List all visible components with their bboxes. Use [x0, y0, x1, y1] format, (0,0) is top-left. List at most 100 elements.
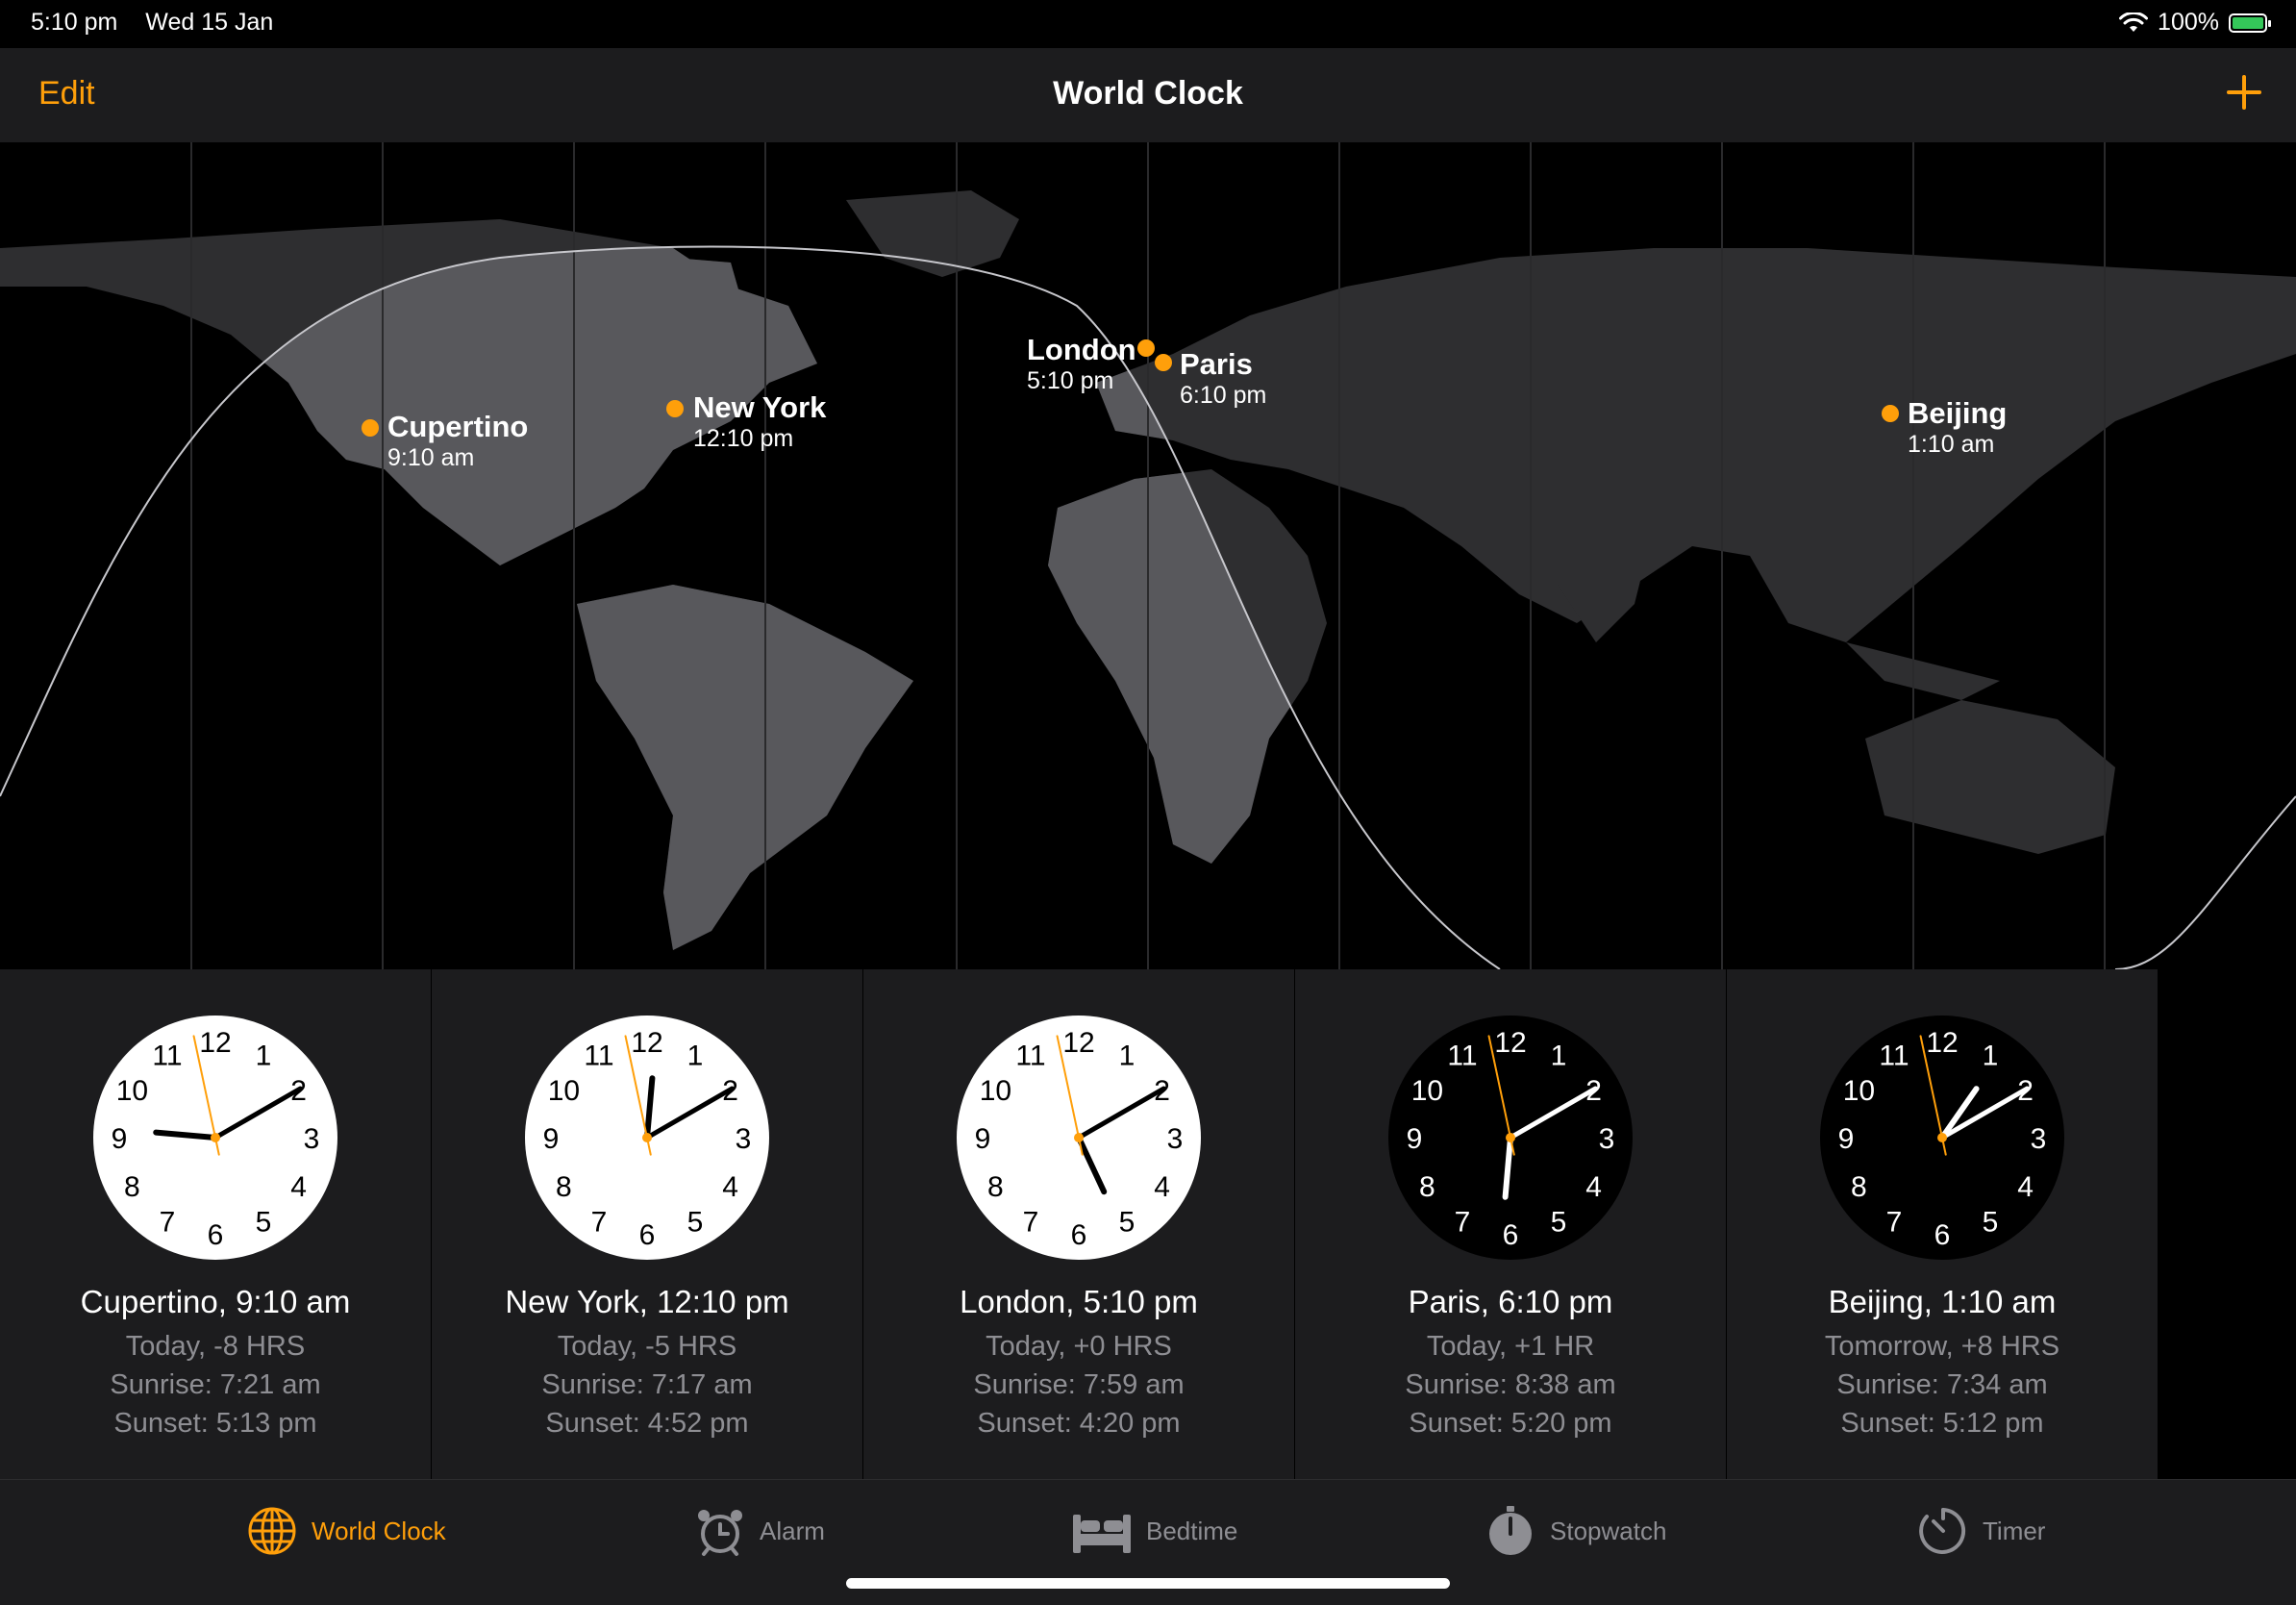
tab-timer[interactable]: Timer	[1917, 1504, 2045, 1558]
analog-clock: 123456789101112	[1820, 1016, 2064, 1260]
clock-sunset: Sunset: 5:13 pm	[113, 1408, 317, 1439]
clock-numeral: 8	[556, 1171, 572, 1203]
clock-numeral: 8	[987, 1171, 1004, 1203]
clock-sunrise: Sunrise: 7:34 am	[1836, 1369, 2048, 1400]
clock-numeral: 1	[256, 1040, 272, 1071]
clock-numeral: 4	[1585, 1171, 1602, 1203]
clock-numeral: 4	[1154, 1171, 1170, 1203]
clock-numeral: 10	[1411, 1075, 1443, 1107]
map-city-paris[interactable]: Paris 6:10 pm	[1180, 347, 1266, 410]
world-map-graphic	[0, 142, 2296, 969]
clock-numeral: 8	[1851, 1171, 1867, 1203]
wifi-icon	[2119, 12, 2149, 32]
clock-numeral: 6	[1071, 1219, 1087, 1251]
clock-city-time: Paris, 6:10 pm	[1408, 1284, 1613, 1319]
clock-numeral: 1	[1983, 1040, 1999, 1071]
clock-sunrise: Sunrise: 7:21 am	[110, 1369, 321, 1400]
clock-numeral: 10	[548, 1075, 580, 1107]
tab-bedtime[interactable]: Bedtime	[1071, 1504, 1237, 1558]
clock-numeral: 9	[543, 1123, 560, 1155]
clock-numeral: 5	[256, 1207, 272, 1239]
clock-numeral: 9	[975, 1123, 991, 1155]
clock-numeral: 1	[1551, 1040, 1567, 1071]
clock-numeral: 4	[722, 1171, 738, 1203]
tab-label: Stopwatch	[1550, 1516, 1667, 1545]
clock-numeral: 9	[112, 1123, 128, 1155]
clock-numeral: 3	[736, 1123, 752, 1155]
clock-numeral: 7	[591, 1207, 608, 1239]
clock-numeral: 12	[1062, 1027, 1094, 1059]
clock-center	[1506, 1133, 1515, 1142]
clock-sunset: Sunset: 5:12 pm	[1840, 1408, 2044, 1439]
clock-numeral: 10	[116, 1075, 148, 1107]
clock-city-time: New York, 12:10 pm	[505, 1284, 789, 1319]
tab-alarm[interactable]: Alarm	[694, 1504, 825, 1558]
clock-numeral: 11	[1015, 1040, 1045, 1071]
stopwatch-icon	[1489, 1506, 1532, 1555]
status-time: 5:10 pm	[31, 9, 118, 36]
clock-numeral: 11	[152, 1040, 182, 1071]
clock-sunrise: Sunrise: 8:38 am	[1405, 1369, 1616, 1400]
home-indicator[interactable]	[846, 1578, 1450, 1589]
clock-numeral: 4	[290, 1171, 307, 1203]
clock-city-time: Beijing, 1:10 am	[1828, 1284, 2057, 1319]
analog-clock: 123456789101112	[957, 1016, 1201, 1260]
clock-center	[1937, 1133, 1947, 1142]
map-city-new-york[interactable]: New York 12:10 pm	[693, 390, 826, 453]
clock-numeral: 8	[1419, 1171, 1435, 1203]
clock-numeral: 12	[631, 1027, 662, 1059]
map-city-london[interactable]: London 5:10 pm	[1027, 333, 1136, 395]
clock-numeral: 4	[2017, 1171, 2034, 1203]
clock-offset: Today, +0 HRS	[986, 1331, 1172, 1362]
clock-sunset: Sunset: 4:52 pm	[545, 1408, 749, 1439]
clock-sunrise: Sunrise: 7:17 am	[541, 1369, 753, 1400]
clock-numeral: 7	[160, 1207, 176, 1239]
city-marker	[666, 400, 684, 417]
city-marker	[1137, 339, 1155, 357]
clock-sunset: Sunset: 4:20 pm	[977, 1408, 1181, 1439]
bed-icon	[1073, 1515, 1131, 1553]
tab-label: Timer	[1983, 1516, 2046, 1545]
clock-numeral: 6	[1503, 1219, 1519, 1251]
clock-numeral: 10	[980, 1075, 1011, 1107]
clock-numeral: 12	[199, 1027, 231, 1059]
clock-offset: Today, +1 HR	[1426, 1331, 1595, 1362]
clock-numeral: 3	[2031, 1123, 2047, 1155]
map-city-beijing[interactable]: Beijing 1:10 am	[1908, 396, 2007, 459]
world-map: Cupertino 9:10 am New York 12:10 pm Lond…	[0, 142, 2296, 969]
clock-cards: 123456789101112 Cupertino, 9:10 am Today…	[0, 969, 2158, 1479]
clock-numeral: 7	[1023, 1207, 1039, 1239]
navigation-bar: Edit World Clock	[0, 48, 2296, 143]
clock-numeral: 8	[124, 1171, 140, 1203]
clock-card-paris[interactable]: 123456789101112 Paris, 6:10 pm Today, +1…	[1295, 969, 1726, 1479]
clock-sunset: Sunset: 5:20 pm	[1409, 1408, 1612, 1439]
status-date: Wed 15 Jan	[145, 9, 274, 36]
city-marker	[1882, 405, 1899, 422]
clock-numeral: 6	[1934, 1219, 1951, 1251]
tab-label: Bedtime	[1146, 1516, 1238, 1545]
clock-offset: Today, -5 HRS	[557, 1331, 737, 1362]
clock-numeral: 12	[1926, 1027, 1958, 1059]
page-title: World Clock	[1053, 75, 1243, 112]
plus-icon[interactable]	[2217, 65, 2271, 119]
battery-percent: 100%	[2158, 9, 2219, 36]
clock-card-beijing[interactable]: 123456789101112 Beijing, 1:10 am Tomorro…	[1727, 969, 2158, 1479]
clock-card-new-york[interactable]: 123456789101112 New York, 12:10 pm Today…	[432, 969, 862, 1479]
clock-sunrise: Sunrise: 7:59 am	[973, 1369, 1185, 1400]
status-bar: 5:10 pm Wed 15 Jan 100%	[0, 0, 2296, 48]
tab-world-clock[interactable]: World Clock	[246, 1504, 446, 1558]
clock-numeral: 5	[1119, 1207, 1136, 1239]
tab-stopwatch[interactable]: Stopwatch	[1485, 1504, 1666, 1558]
tab-label: World Clock	[312, 1516, 446, 1545]
clock-numeral: 9	[1838, 1123, 1855, 1155]
clock-card-london[interactable]: 123456789101112 London, 5:10 pm Today, +…	[863, 969, 1294, 1479]
clock-numeral: 12	[1494, 1027, 1526, 1059]
tab-label: Alarm	[760, 1516, 825, 1545]
map-city-cupertino[interactable]: Cupertino 9:10 am	[387, 410, 528, 472]
clock-numeral: 7	[1455, 1207, 1471, 1239]
clock-numeral: 7	[1886, 1207, 1903, 1239]
clock-offset: Tomorrow, +8 HRS	[1824, 1331, 2060, 1362]
clock-card-cupertino[interactable]: 123456789101112 Cupertino, 9:10 am Today…	[0, 969, 431, 1479]
clock-numeral: 5	[1551, 1207, 1567, 1239]
clock-center	[1074, 1133, 1084, 1142]
